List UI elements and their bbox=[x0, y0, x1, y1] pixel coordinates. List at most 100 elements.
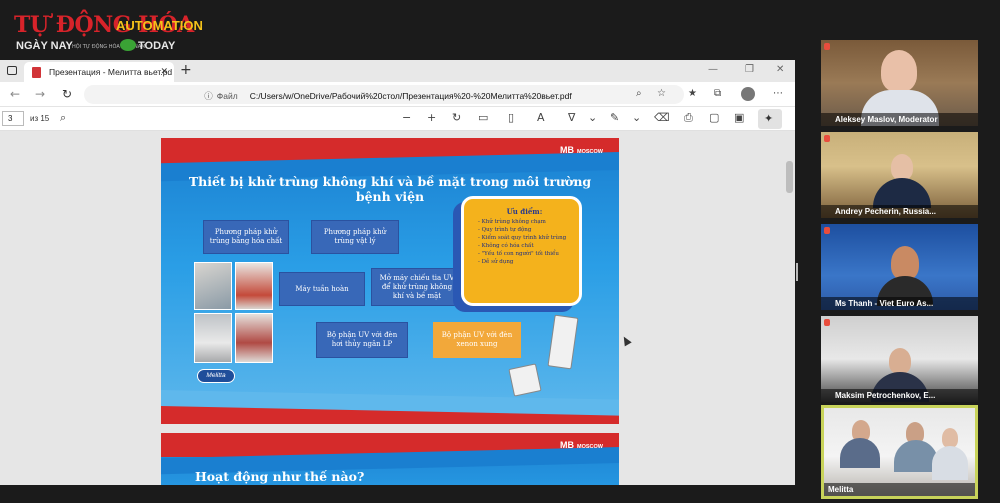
forward-icon[interactable]: → bbox=[35, 87, 45, 101]
participant-tile[interactable]: Ms Thanh - Viet Euro As... bbox=[821, 224, 978, 310]
advantage-item: - Dễ sử dụng bbox=[478, 259, 514, 265]
participant-name: Andrey Pecherin, Russia... bbox=[821, 205, 978, 218]
participant-body bbox=[840, 438, 880, 468]
hospital-photo-1 bbox=[194, 262, 232, 310]
slide-page-4: MB MOSCOW Hoạt động như thế nào? bbox=[161, 433, 619, 485]
rotate-icon[interactable]: ↻ bbox=[452, 111, 461, 124]
panel-splitter[interactable] bbox=[796, 263, 798, 281]
mic-muted-icon bbox=[824, 135, 830, 142]
logo-subtitle-right: TODAY bbox=[138, 40, 176, 52]
save-as-icon[interactable]: ▣ bbox=[734, 111, 744, 124]
address-bar: ← → ↻ ⓘ Файл C:/Users/w/OneDrive/Рабочий%2… bbox=[0, 82, 795, 107]
mouse-cursor-icon bbox=[620, 334, 632, 347]
info-icon: ⓘ bbox=[204, 91, 213, 101]
slide-brand: MB MOSCOW bbox=[560, 145, 603, 155]
slide-title: Hoạt động như thế nào? bbox=[195, 469, 365, 484]
read-aloud-icon[interactable]: A bbox=[537, 111, 545, 124]
tab-title: Презентация - Мелитта вьет.pd bbox=[49, 67, 173, 77]
page-number-input[interactable]: 3 bbox=[2, 111, 24, 126]
brand-text: MOSCOW bbox=[577, 149, 603, 155]
refresh-icon[interactable]: ↻ bbox=[62, 87, 72, 101]
read-aloud-icon[interactable]: ☆ bbox=[657, 88, 666, 99]
advantages-box: Ưu điểm: - Khử trùng không chạm - Quy tr… bbox=[461, 196, 582, 306]
zoom-out-icon[interactable]: − bbox=[402, 111, 411, 124]
mic-muted-icon bbox=[824, 227, 830, 234]
melitta-logo: Melitta bbox=[197, 369, 235, 383]
box-open-uv: Mở máy chiếu tia UV để khử trùng không k… bbox=[371, 268, 463, 306]
url-field[interactable]: ⓘ Файл C:/Users/w/OneDrive/Рабочий%20стол/… bbox=[84, 85, 684, 104]
more-menu-icon[interactable]: ⋯ bbox=[773, 88, 783, 99]
close-window-icon[interactable]: ✕ bbox=[776, 64, 784, 75]
zoom-icon[interactable]: ⌕ bbox=[636, 88, 642, 99]
logo-title-suffix: AUTOMATION bbox=[116, 18, 203, 33]
advantage-item: - Khử trùng không chạm bbox=[478, 219, 546, 225]
tab-bar: Презентация - Мелитта вьет.pd ✕ + — ❐ ✕ bbox=[0, 60, 795, 82]
hospital-photo-4 bbox=[235, 313, 273, 363]
hospital-photo-3 bbox=[194, 313, 232, 363]
tu-dong-hoa-logo: TỰ ĐỘNG HÓA AUTOMATION NGÀY NAY HỘI TỰ Đ… bbox=[14, 12, 203, 56]
tab-actions-icon[interactable] bbox=[7, 66, 17, 75]
back-icon[interactable]: ← bbox=[10, 87, 20, 101]
participant-tile[interactable]: Andrey Pecherin, Russia... bbox=[821, 132, 978, 218]
participant-face bbox=[889, 348, 911, 374]
file-label: Файл bbox=[216, 91, 238, 101]
pin-toolbar-icon[interactable]: ✦ bbox=[758, 109, 782, 129]
participant-tile[interactable]: Maksim Petrochenkov, E... bbox=[821, 316, 978, 402]
page-view-icon[interactable]: ▯ bbox=[508, 111, 514, 124]
zoom-in-icon[interactable]: + bbox=[427, 111, 436, 124]
print-icon[interactable]: ⎙ bbox=[684, 111, 693, 125]
minimize-icon[interactable]: — bbox=[708, 64, 718, 75]
participant-name: Maksim Petrochenkov, E... bbox=[821, 389, 978, 402]
participant-face bbox=[891, 246, 919, 280]
draw-dropdown-icon[interactable]: ⌄ bbox=[588, 111, 597, 124]
uv-device-small bbox=[508, 363, 542, 397]
fit-page-icon[interactable]: ▭ bbox=[478, 111, 488, 124]
scrollbar-thumb[interactable] bbox=[786, 161, 793, 193]
pdf-toolbar: 3 из 15 ⌕ − + ↻ ▭ ▯ A ∇ ⌄ ✎ ⌄ ⌫ ⎙ ▢ ▣ ✦ bbox=[0, 107, 795, 131]
save-icon[interactable]: ▢ bbox=[709, 111, 719, 124]
highlight-dropdown-icon[interactable]: ⌄ bbox=[632, 111, 641, 124]
participant-face bbox=[881, 50, 917, 92]
advantage-item: - Kiểm soát quy trình khử trùng bbox=[478, 235, 567, 241]
box-recirculator: Máy tuần hoàn bbox=[279, 272, 365, 306]
brand-mark: MB bbox=[560, 440, 575, 450]
uv-device-tall bbox=[547, 314, 579, 370]
restore-icon[interactable]: ❐ bbox=[745, 64, 754, 75]
slide-header-band bbox=[161, 138, 619, 182]
page-count: из 15 bbox=[30, 114, 50, 123]
collections-icon[interactable]: ⧉ bbox=[714, 88, 721, 99]
tab-pdf[interactable]: Презентация - Мелитта вьет.pd ✕ bbox=[24, 62, 174, 82]
slide-footer-band bbox=[161, 390, 619, 424]
box-chemical-method: Phương pháp khử trùng bằng hóa chất bbox=[203, 220, 289, 254]
screen: TỰ ĐỘNG HÓA AUTOMATION NGÀY NAY HỘI TỰ Đ… bbox=[0, 0, 1000, 503]
slide-page-3: MB MOSCOW Thiết bị khử trùng không khí và… bbox=[161, 138, 619, 424]
advantages-header: Ưu điểm: bbox=[506, 207, 543, 216]
profile-avatar[interactable] bbox=[741, 87, 755, 101]
close-tab-icon[interactable]: ✕ bbox=[160, 66, 168, 77]
pdf-icon bbox=[32, 67, 41, 78]
logo-leaf-icon bbox=[120, 39, 136, 51]
erase-icon[interactable]: ⌫ bbox=[654, 111, 670, 124]
advantage-item: - Quy trình tự động bbox=[478, 227, 532, 233]
browser-window: Презентация - Мелитта вьет.pd ✕ + — ❐ ✕ … bbox=[0, 60, 795, 485]
box-physical-method: Phương pháp khử trùng vật lý bbox=[311, 220, 399, 254]
vertical-scrollbar[interactable] bbox=[784, 131, 795, 485]
participant-name: Ms Thanh - Viet Euro As... bbox=[821, 297, 978, 310]
draw-icon[interactable]: ∇ bbox=[568, 111, 575, 124]
search-icon[interactable]: ⌕ bbox=[60, 111, 66, 125]
brand-mark: MB bbox=[560, 145, 575, 155]
participant-name: Aleksey Maslov, Moderator bbox=[821, 113, 978, 126]
participant-face bbox=[942, 428, 958, 448]
favorites-icon[interactable]: ★ bbox=[688, 88, 697, 99]
highlight-icon[interactable]: ✎ bbox=[610, 111, 619, 124]
participant-name: Melitta bbox=[824, 483, 975, 496]
hospital-photo-2 bbox=[235, 262, 273, 310]
participant-tile-active[interactable]: Melitta bbox=[821, 405, 978, 499]
box-xenon-lamp: Bộ phận UV với đèn xenon xung bbox=[433, 322, 521, 358]
slide-header-band bbox=[161, 433, 619, 475]
participant-tile[interactable]: Aleksey Maslov, Moderator bbox=[821, 40, 978, 126]
new-tab-icon[interactable]: + bbox=[180, 62, 192, 78]
pdf-viewer[interactable]: MB MOSCOW Thiết bị khử trùng không khí và… bbox=[0, 131, 795, 485]
participant-face bbox=[891, 154, 913, 180]
url-text: C:/Users/w/OneDrive/Рабочий%20стол/Презе… bbox=[249, 91, 572, 101]
